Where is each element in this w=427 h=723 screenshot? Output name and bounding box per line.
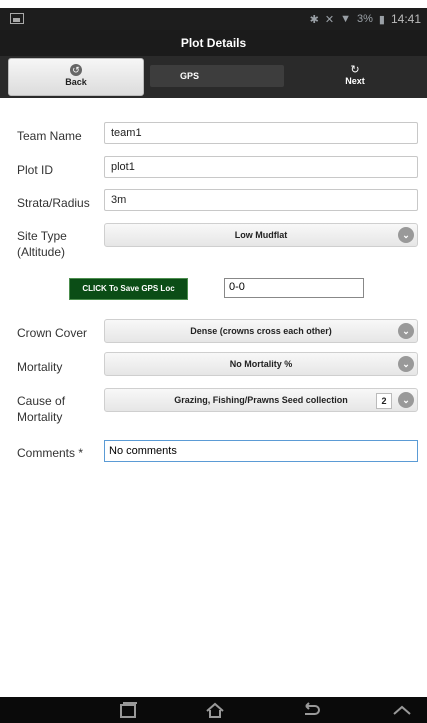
crown-cover-label: Crown Cover xyxy=(17,326,88,340)
back-nav-icon[interactable] xyxy=(300,701,322,719)
gallery-icon xyxy=(10,13,24,24)
back-button[interactable]: ↺ Back xyxy=(8,58,144,96)
battery-percent: 3% xyxy=(357,13,373,25)
mortality-label: Mortality xyxy=(17,360,63,374)
chevron-down-icon: ⌄ xyxy=(398,392,414,408)
site-type-value: Low Mudflat xyxy=(234,230,288,240)
site-type-select[interactable]: Low Mudflat ⌄ xyxy=(104,223,418,247)
wifi-icon: ▼ xyxy=(340,13,351,25)
plot-id-input[interactable]: plot1 xyxy=(104,156,418,178)
recent-apps-icon[interactable] xyxy=(117,701,139,719)
site-type-label: Site Type (Altitude) xyxy=(17,228,67,260)
next-button[interactable]: ↻ Next xyxy=(290,58,420,96)
site-type-label-line1: Site Type xyxy=(17,229,67,243)
top-strip xyxy=(0,0,427,8)
home-icon[interactable] xyxy=(204,701,226,719)
strata-radius-label: Strata/Radius xyxy=(17,196,90,210)
battery-icon: ▮ xyxy=(378,13,385,26)
gps-button[interactable]: GPS xyxy=(150,65,284,87)
chevron-down-icon: ⌄ xyxy=(398,323,414,339)
status-bar: ✱ ✕ ▼ 3% ▮ 14:41 xyxy=(0,8,427,30)
cause-of-mortality-select[interactable]: Grazing, Fishing/Prawns Seed collection … xyxy=(104,388,418,412)
next-label: Next xyxy=(345,76,365,86)
cause-label-line2: Mortality xyxy=(17,410,63,424)
save-gps-location-button[interactable]: CLICK To Save GPS Loc xyxy=(69,278,188,300)
crown-cover-value: Dense (crowns cross each other) xyxy=(190,326,332,336)
chevron-down-icon: ⌄ xyxy=(398,356,414,372)
team-name-label: Team Name xyxy=(17,129,82,143)
up-icon[interactable] xyxy=(391,701,413,719)
signal-mute-icon: ✕ xyxy=(324,13,335,26)
selected-count-badge: 2 xyxy=(376,393,392,409)
mortality-value: No Mortality % xyxy=(229,359,293,369)
site-type-label-line2: (Altitude) xyxy=(17,245,66,259)
status-icons: ✱ ✕ ▼ 3% ▮ 14:41 xyxy=(310,12,421,26)
cause-of-mortality-value: Grazing, Fishing/Prawns Seed collection xyxy=(174,395,348,405)
comments-label: Comments * xyxy=(17,446,84,460)
crown-cover-select[interactable]: Dense (crowns cross each other) ⌄ xyxy=(104,319,418,343)
comments-input[interactable]: No comments xyxy=(104,440,418,462)
team-name-input[interactable]: team1 xyxy=(104,122,418,144)
back-label: Back xyxy=(65,77,87,87)
back-icon: ↺ xyxy=(70,64,82,76)
chevron-down-icon: ⌄ xyxy=(398,227,414,243)
cause-label-line1: Cause of xyxy=(17,394,66,408)
mortality-select[interactable]: No Mortality % ⌄ xyxy=(104,352,418,376)
android-nav-bar xyxy=(0,697,427,723)
plot-id-label: Plot ID xyxy=(17,163,54,177)
cause-of-mortality-label: Cause of Mortality xyxy=(17,393,65,425)
strata-radius-input[interactable]: 3m xyxy=(104,189,418,211)
bluetooth-icon: ✱ xyxy=(309,13,319,26)
page-title: Plot Details xyxy=(0,30,427,56)
gps-location-input[interactable]: 0-0 xyxy=(224,278,364,298)
toolbar: ↺ Back GPS ↻ Next xyxy=(0,56,427,98)
next-icon: ↻ xyxy=(350,64,360,76)
clock: 14:41 xyxy=(390,12,421,26)
